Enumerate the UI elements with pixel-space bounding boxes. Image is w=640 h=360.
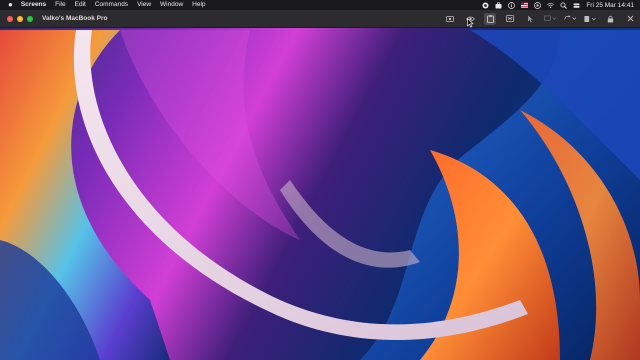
keyboard-icon[interactable]: [504, 13, 516, 25]
menu-file[interactable]: File: [55, 0, 65, 10]
window-titlebar: Valko's MacBook Pro: [0, 10, 640, 28]
apple-logo-icon[interactable]: ●: [8, 0, 13, 10]
menubar-clock[interactable]: Fri 25 Mar 14:41: [586, 2, 634, 9]
maximize-window-button[interactable]: [27, 15, 33, 22]
menu-app-name[interactable]: Screens: [21, 0, 46, 10]
menu-window[interactable]: Window: [160, 0, 183, 10]
window-title: Valko's MacBook Pro: [42, 15, 108, 22]
lock-icon[interactable]: [604, 13, 616, 25]
menu-edit[interactable]: Edit: [75, 0, 86, 10]
menu-commands[interactable]: Commands: [95, 0, 128, 10]
document-icon[interactable]: [584, 13, 596, 25]
search-icon[interactable]: [560, 2, 568, 9]
window-controls: [7, 15, 33, 22]
play-icon[interactable]: [534, 1, 542, 9]
minimize-window-button[interactable]: [17, 15, 23, 22]
mouse-cursor-icon: [467, 18, 474, 28]
flag-icon[interactable]: [521, 2, 529, 9]
refresh-icon[interactable]: [564, 13, 576, 25]
menu-help[interactable]: Help: [192, 0, 205, 10]
screenshot-icon[interactable]: [444, 13, 456, 25]
window-toolbar: [436, 10, 636, 27]
menu-view[interactable]: View: [137, 0, 151, 10]
close-window-button[interactable]: [7, 15, 13, 22]
display-icon[interactable]: [544, 13, 556, 25]
record-icon[interactable]: [482, 2, 489, 9]
remote-desktop-wallpaper: [0, 0, 640, 360]
status-area: Fri 25 Mar 14:41: [482, 0, 634, 10]
clipboard-icon[interactable]: [484, 12, 496, 25]
info-icon[interactable]: [508, 1, 516, 9]
toggle-icon[interactable]: [573, 2, 580, 9]
close-icon[interactable]: [624, 13, 636, 25]
menu-bar: ● Screens File Edit Commands View Window…: [0, 0, 640, 10]
wifi-icon[interactable]: [547, 2, 555, 9]
pointer-icon[interactable]: [524, 13, 536, 25]
briefcase-icon[interactable]: [495, 2, 502, 9]
